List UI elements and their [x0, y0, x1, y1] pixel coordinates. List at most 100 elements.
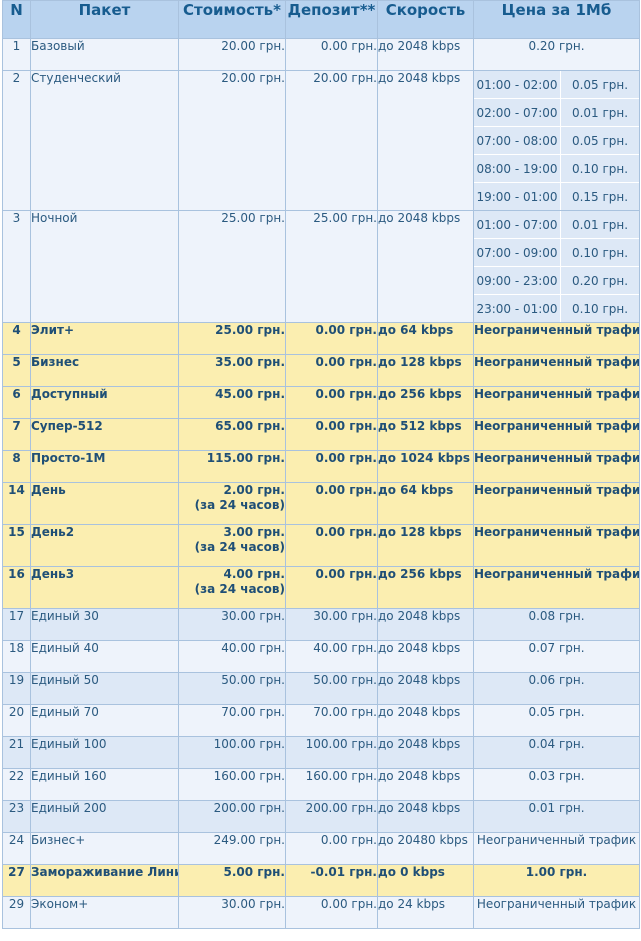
schedule-row: 02:00 - 07:00 0.01 грн.: [474, 98, 639, 127]
schedule-time: 23:00 - 01:00: [474, 294, 561, 322]
table-row: 1 Базовый 20.00 грн. 0.00 грн. до 2048 k…: [2, 38, 640, 71]
table-row: 2 Студенческий 20.00 грн. 20.00 грн. до …: [2, 70, 640, 211]
package-deposit: 0.00 грн.: [285, 566, 378, 609]
package-name: Единый 40: [30, 640, 179, 673]
package-cost: 4.00 грн. (за 24 часов): [178, 566, 286, 609]
table-row: 8 Просто-1М 115.00 грн. 0.00 грн. до 102…: [2, 450, 640, 483]
table-row: 5 Бизнес 35.00 грн. 0.00 грн. до 128 kbp…: [2, 354, 640, 387]
package-name: Единый 70: [30, 704, 179, 737]
schedule-row: 19:00 - 01:00 0.15 грн.: [474, 182, 639, 210]
package-name: День: [30, 482, 179, 525]
package-deposit: 25.00 грн.: [285, 210, 378, 323]
schedule-price: 0.05 грн.: [560, 126, 639, 155]
price-per-mb: Неограниченный трафик: [473, 566, 640, 609]
schedule-table: 01:00 - 07:00 0.01 грн. 07:00 - 09:00 0.10…: [474, 211, 639, 322]
package-name: Базовый: [30, 38, 179, 71]
package-deposit: 0.00 грн.: [285, 386, 378, 419]
row-number: 7: [2, 418, 31, 451]
price-per-mb: 0.08 грн.: [473, 608, 640, 641]
cost-note: (за 24 часов): [194, 582, 285, 596]
cost-value: 3.00 грн.: [223, 525, 285, 540]
table-header-row: N Пакет Стоимость* Депозит** Скорость Це…: [2, 0, 640, 39]
row-number: 22: [2, 768, 31, 801]
package-name: Замораживание Линии: [30, 864, 179, 897]
package-speed: до 20480 kbps: [377, 832, 474, 865]
package-cost: 30.00 грн.: [178, 608, 286, 641]
package-deposit: 200.00 грн.: [285, 800, 378, 833]
package-speed: до 2048 kbps: [377, 736, 474, 769]
row-number: 21: [2, 736, 31, 769]
package-deposit: 40.00 грн.: [285, 640, 378, 673]
col-header-speed: Скорость: [377, 0, 474, 39]
package-deposit: 160.00 грн.: [285, 768, 378, 801]
package-deposit: 0.00 грн.: [285, 322, 378, 355]
package-deposit: 0.00 грн.: [285, 450, 378, 483]
price-per-mb: Неограниченный трафик: [473, 832, 640, 865]
row-number: 5: [2, 354, 31, 387]
table-row: 18 Единый 40 40.00 грн. 40.00 грн. до 20…: [2, 640, 640, 673]
package-deposit: 20.00 грн.: [285, 70, 378, 211]
package-speed: до 2048 kbps: [377, 672, 474, 705]
package-cost: 20.00 грн.: [178, 70, 286, 211]
row-number: 14: [2, 482, 31, 525]
table-row: 4 Элит+ 25.00 грн. 0.00 грн. до 64 kbps …: [2, 322, 640, 355]
package-cost: 160.00 грн.: [178, 768, 286, 801]
row-number: 3: [2, 210, 31, 323]
row-number: 27: [2, 864, 31, 897]
price-schedule: 01:00 - 02:00 0.05 грн. 02:00 - 07:00 0.01…: [473, 70, 640, 211]
table-row: 20 Единый 70 70.00 грн. 70.00 грн. до 20…: [2, 704, 640, 737]
schedule-time: 02:00 - 07:00: [474, 98, 561, 127]
package-deposit: 0.00 грн.: [285, 524, 378, 567]
package-cost: 25.00 грн.: [178, 210, 286, 323]
package-name: Единый 30: [30, 608, 179, 641]
row-number: 8: [2, 450, 31, 483]
schedule-row: 09:00 - 23:00 0.20 грн.: [474, 266, 639, 295]
package-speed: до 0 kbps: [377, 864, 474, 897]
schedule-time: 07:00 - 08:00: [474, 126, 561, 155]
row-number: 19: [2, 672, 31, 705]
schedule-row: 08:00 - 19:00 0.10 грн.: [474, 154, 639, 183]
tariff-table: N Пакет Стоимость* Депозит** Скорость Це…: [2, 0, 640, 929]
table-row: 19 Единый 50 50.00 грн. 50.00 грн. до 20…: [2, 672, 640, 705]
price-per-mb: Неограниченный трафик: [473, 354, 640, 387]
col-header-package: Пакет: [30, 0, 179, 39]
row-number: 1: [2, 38, 31, 71]
package-deposit: 0.00 грн.: [285, 418, 378, 451]
table-row: 23 Единый 200 200.00 грн. 200.00 грн. до…: [2, 800, 640, 833]
schedule-row: 01:00 - 07:00 0.01 грн.: [474, 211, 639, 239]
table-row: 27 Замораживание Линии 5.00 грн. -0.01 г…: [2, 864, 640, 897]
schedule-row: 07:00 - 09:00 0.10 грн.: [474, 238, 639, 267]
package-speed: до 2048 kbps: [377, 38, 474, 71]
package-speed: до 64 kbps: [377, 322, 474, 355]
schedule-time: 19:00 - 01:00: [474, 182, 561, 210]
package-cost: 3.00 грн. (за 24 часов): [178, 524, 286, 567]
table-row: 17 Единый 30 30.00 грн. 30.00 грн. до 20…: [2, 608, 640, 641]
schedule-row: 23:00 - 01:00 0.10 грн.: [474, 294, 639, 322]
row-number: 24: [2, 832, 31, 865]
package-name: Бизнес+: [30, 832, 179, 865]
table-row: 15 День2 3.00 грн. (за 24 часов) 0.00 грн…: [2, 524, 640, 567]
package-deposit: 0.00 грн.: [285, 354, 378, 387]
schedule-price: 0.20 грн.: [560, 266, 639, 295]
package-cost: 70.00 грн.: [178, 704, 286, 737]
cost-note: (за 24 часов): [194, 498, 285, 512]
price-per-mb: Неограниченный трафик: [473, 482, 640, 525]
package-speed: до 2048 kbps: [377, 768, 474, 801]
schedule-time: 08:00 - 19:00: [474, 154, 561, 183]
package-name: Единый 100: [30, 736, 179, 769]
package-speed: до 256 kbps: [377, 386, 474, 419]
price-per-mb: 0.07 грн.: [473, 640, 640, 673]
package-name: Бизнес: [30, 354, 179, 387]
col-header-n: N: [2, 0, 31, 39]
package-deposit: 70.00 грн.: [285, 704, 378, 737]
schedule-price: 0.10 грн.: [560, 238, 639, 267]
package-name: Элит+: [30, 322, 179, 355]
price-per-mb: 0.06 грн.: [473, 672, 640, 705]
package-name: День3: [30, 566, 179, 609]
price-per-mb: Неограниченный трафик: [473, 450, 640, 483]
row-number: 23: [2, 800, 31, 833]
package-deposit: 0.00 грн.: [285, 896, 378, 929]
package-name: Ночной: [30, 210, 179, 323]
row-number: 18: [2, 640, 31, 673]
price-per-mb: 0.03 грн.: [473, 768, 640, 801]
